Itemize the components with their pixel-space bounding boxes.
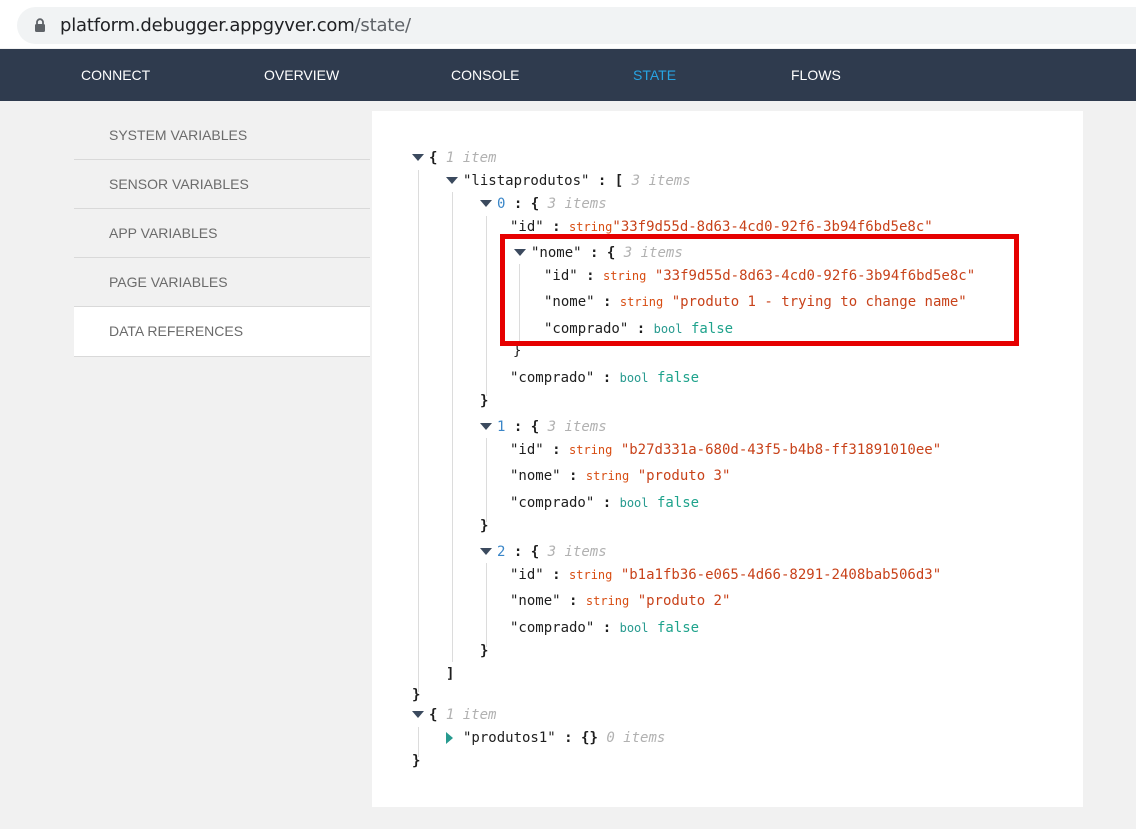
tree-node-listaprodutos: "listaprodutos" : [ 3 items <box>463 173 691 189</box>
node-value: false <box>656 495 700 511</box>
tree-leaf-comprado: "comprado" : bool false <box>510 620 700 636</box>
tree-guide <box>418 170 419 692</box>
node-value: "33f9d55d-8d63-4cd0-92f6-3b94f6bd5e8c" <box>612 219 933 235</box>
node-key: "nome" <box>510 468 561 484</box>
item-count: 1 item <box>445 707 497 723</box>
tree-guide <box>486 563 487 647</box>
collapse-toggle-icon[interactable] <box>412 711 424 718</box>
brace-close: } <box>412 687 421 703</box>
bracket-close: ] <box>446 666 455 682</box>
nav-overview[interactable]: OVERVIEW <box>264 67 339 83</box>
tree-leaf-comprado: "comprado" : bool false <box>510 495 700 511</box>
bracket-open: [ <box>614 173 624 189</box>
node-key: "id" <box>510 219 544 235</box>
collapse-toggle-icon[interactable] <box>480 548 492 555</box>
node-key: "comprado" <box>510 370 595 386</box>
type-label: bool <box>619 621 649 635</box>
item-count: 3 items <box>547 544 607 560</box>
tree-guide <box>486 216 487 396</box>
type-label: bool <box>619 496 649 510</box>
nav-connect[interactable]: CONNECT <box>81 67 150 83</box>
sidebar-item-data-references[interactable]: DATA REFERENCES <box>74 307 370 357</box>
brace-open: { <box>530 544 540 560</box>
sidebar: SYSTEM VARIABLES SENSOR VARIABLES APP VA… <box>74 111 370 357</box>
nav-flows[interactable]: FLOWS <box>791 67 841 83</box>
state-panel <box>372 111 1083 807</box>
tree-node-root: { 1 item <box>429 707 496 723</box>
brace-close: } <box>412 753 421 769</box>
node-value: "produto 2" <box>637 593 731 609</box>
sidebar-item-sensor-variables[interactable]: SENSOR VARIABLES <box>74 160 370 209</box>
collapse-toggle-icon[interactable] <box>412 154 424 161</box>
url-host: platform.debugger.appgyver.com <box>60 15 355 36</box>
tree-leaf-comprado: "comprado" : bool false <box>510 370 700 386</box>
node-key: "produtos1" <box>463 730 556 746</box>
sidebar-item-system-variables[interactable]: SYSTEM VARIABLES <box>74 111 370 160</box>
tree-node-produtos1: "produtos1" : {} 0 items <box>463 730 666 746</box>
brace-open: { <box>429 707 438 723</box>
item-count: 0 items <box>606 730 666 746</box>
item-count: 1 item <box>445 150 497 166</box>
brace-open: { <box>530 419 540 435</box>
empty-object: {} <box>581 730 598 746</box>
sidebar-item-app-variables[interactable]: APP VARIABLES <box>74 209 370 258</box>
url-text[interactable]: platform.debugger.appgyver.com/state/ <box>60 15 411 36</box>
node-key: "id" <box>510 442 544 458</box>
node-value: false <box>656 620 700 636</box>
address-bar[interactable]: platform.debugger.appgyver.com/state/ <box>17 7 1136 44</box>
collapse-toggle-icon[interactable] <box>480 423 492 430</box>
tree-guide <box>486 438 487 522</box>
tree-leaf-id: "id" : string "b1a1fb36-e065-4d66-8291-2… <box>510 567 942 583</box>
node-value: "b1a1fb36-e065-4d66-8291-2408bab506d3" <box>620 567 942 583</box>
node-key: "id" <box>510 567 544 583</box>
tree-node-item-1: 1 : { 3 items <box>497 419 607 435</box>
nav-console[interactable]: CONSOLE <box>451 67 519 83</box>
collapse-toggle-icon[interactable] <box>480 200 492 207</box>
nav-state[interactable]: STATE <box>633 67 676 83</box>
node-key: "listaprodutos" <box>463 173 590 189</box>
sidebar-item-page-variables[interactable]: PAGE VARIABLES <box>74 258 370 307</box>
type-label: bool <box>619 371 649 385</box>
node-key: "comprado" <box>510 495 595 511</box>
tree-node-root: { 1 item <box>429 150 496 166</box>
type-label: string <box>585 594 630 608</box>
tree-leaf-id: "id" : string"33f9d55d-8d63-4cd0-92f6-3b… <box>510 219 933 235</box>
type-label: string <box>569 568 613 582</box>
url-path: /state/ <box>354 15 412 36</box>
node-key: "comprado" <box>510 620 595 636</box>
brace-open: { <box>429 150 438 166</box>
type-label: string <box>569 443 613 457</box>
item-count: 3 items <box>631 173 691 189</box>
brace-close: } <box>480 393 489 409</box>
node-index: 0 <box>497 196 506 212</box>
brace-open: { <box>530 196 540 212</box>
tree-node-item-2: 2 : { 3 items <box>497 544 607 560</box>
node-index: 2 <box>497 544 506 560</box>
tree-leaf-nome: "nome" : string "produto 2" <box>510 593 731 609</box>
type-label: string <box>569 220 613 234</box>
browser-toolbar: platform.debugger.appgyver.com/state/ <box>0 0 1136 48</box>
tree-guide <box>452 192 453 662</box>
type-label: string <box>585 469 630 483</box>
collapse-toggle-icon[interactable] <box>446 177 458 184</box>
top-nav: CONNECT OVERVIEW CONSOLE STATE FLOWS <box>0 49 1136 101</box>
tree-leaf-id: "id" : string "b27d331a-680d-43f5-b4b8-f… <box>510 442 942 458</box>
item-count: 3 items <box>547 419 607 435</box>
brace-close: } <box>480 643 489 659</box>
lock-icon <box>35 18 45 32</box>
node-key: "nome" <box>510 593 561 609</box>
highlight-annotation <box>500 234 1019 346</box>
node-value: "produto 3" <box>637 468 731 484</box>
node-value: false <box>656 370 700 386</box>
brace-close: } <box>480 518 489 534</box>
expand-toggle-icon[interactable] <box>446 732 453 744</box>
item-count: 3 items <box>547 196 607 212</box>
node-value: "b27d331a-680d-43f5-b4b8-ff31891010ee" <box>620 442 942 458</box>
tree-node-item-0: 0 : { 3 items <box>497 196 607 212</box>
node-index: 1 <box>497 419 506 435</box>
tree-leaf-nome: "nome" : string "produto 3" <box>510 468 731 484</box>
